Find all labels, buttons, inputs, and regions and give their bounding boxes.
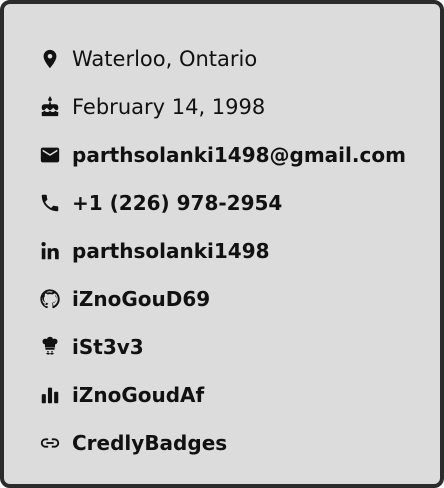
linkedin-row[interactable]: parthsolanki1498 bbox=[38, 227, 406, 275]
contact-card: Waterloo, Ontario February 14, 1998 part… bbox=[0, 0, 444, 488]
birthday-row: February 14, 1998 bbox=[38, 83, 406, 131]
credly-link[interactable]: CredlyBadges bbox=[72, 431, 227, 455]
stats-link[interactable]: iZnoGoudAf bbox=[72, 383, 204, 407]
email-row[interactable]: parthsolanki1498@gmail.com bbox=[38, 131, 406, 179]
credly-row[interactable]: CredlyBadges bbox=[38, 419, 406, 467]
location-row: Waterloo, Ontario bbox=[38, 35, 406, 83]
location-text: Waterloo, Ontario bbox=[72, 47, 258, 71]
link-icon bbox=[38, 431, 62, 455]
phone-row[interactable]: +1 (226) 978-2954 bbox=[38, 179, 406, 227]
contact-list: Waterloo, Ontario February 14, 1998 part… bbox=[38, 35, 406, 467]
cake-icon bbox=[38, 95, 62, 119]
stats-row[interactable]: iZnoGoudAf bbox=[38, 371, 406, 419]
phone-link[interactable]: +1 (226) 978-2954 bbox=[72, 191, 282, 215]
github-link[interactable]: iZnoGouD69 bbox=[72, 287, 210, 311]
bar-chart-icon bbox=[38, 383, 62, 407]
linkedin-link[interactable]: parthsolanki1498 bbox=[72, 239, 270, 263]
github-row[interactable]: iZnoGouD69 bbox=[38, 275, 406, 323]
map-pin-icon bbox=[38, 47, 62, 71]
birthday-text: February 14, 1998 bbox=[72, 95, 266, 119]
envelope-icon bbox=[38, 143, 62, 167]
chef-row[interactable]: iSt3v3 bbox=[38, 323, 406, 371]
email-link[interactable]: parthsolanki1498@gmail.com bbox=[72, 143, 406, 167]
phone-icon bbox=[38, 191, 62, 215]
linkedin-icon bbox=[38, 239, 62, 263]
github-icon bbox=[38, 287, 62, 311]
chef-link[interactable]: iSt3v3 bbox=[72, 335, 144, 359]
chef-icon bbox=[38, 335, 62, 359]
